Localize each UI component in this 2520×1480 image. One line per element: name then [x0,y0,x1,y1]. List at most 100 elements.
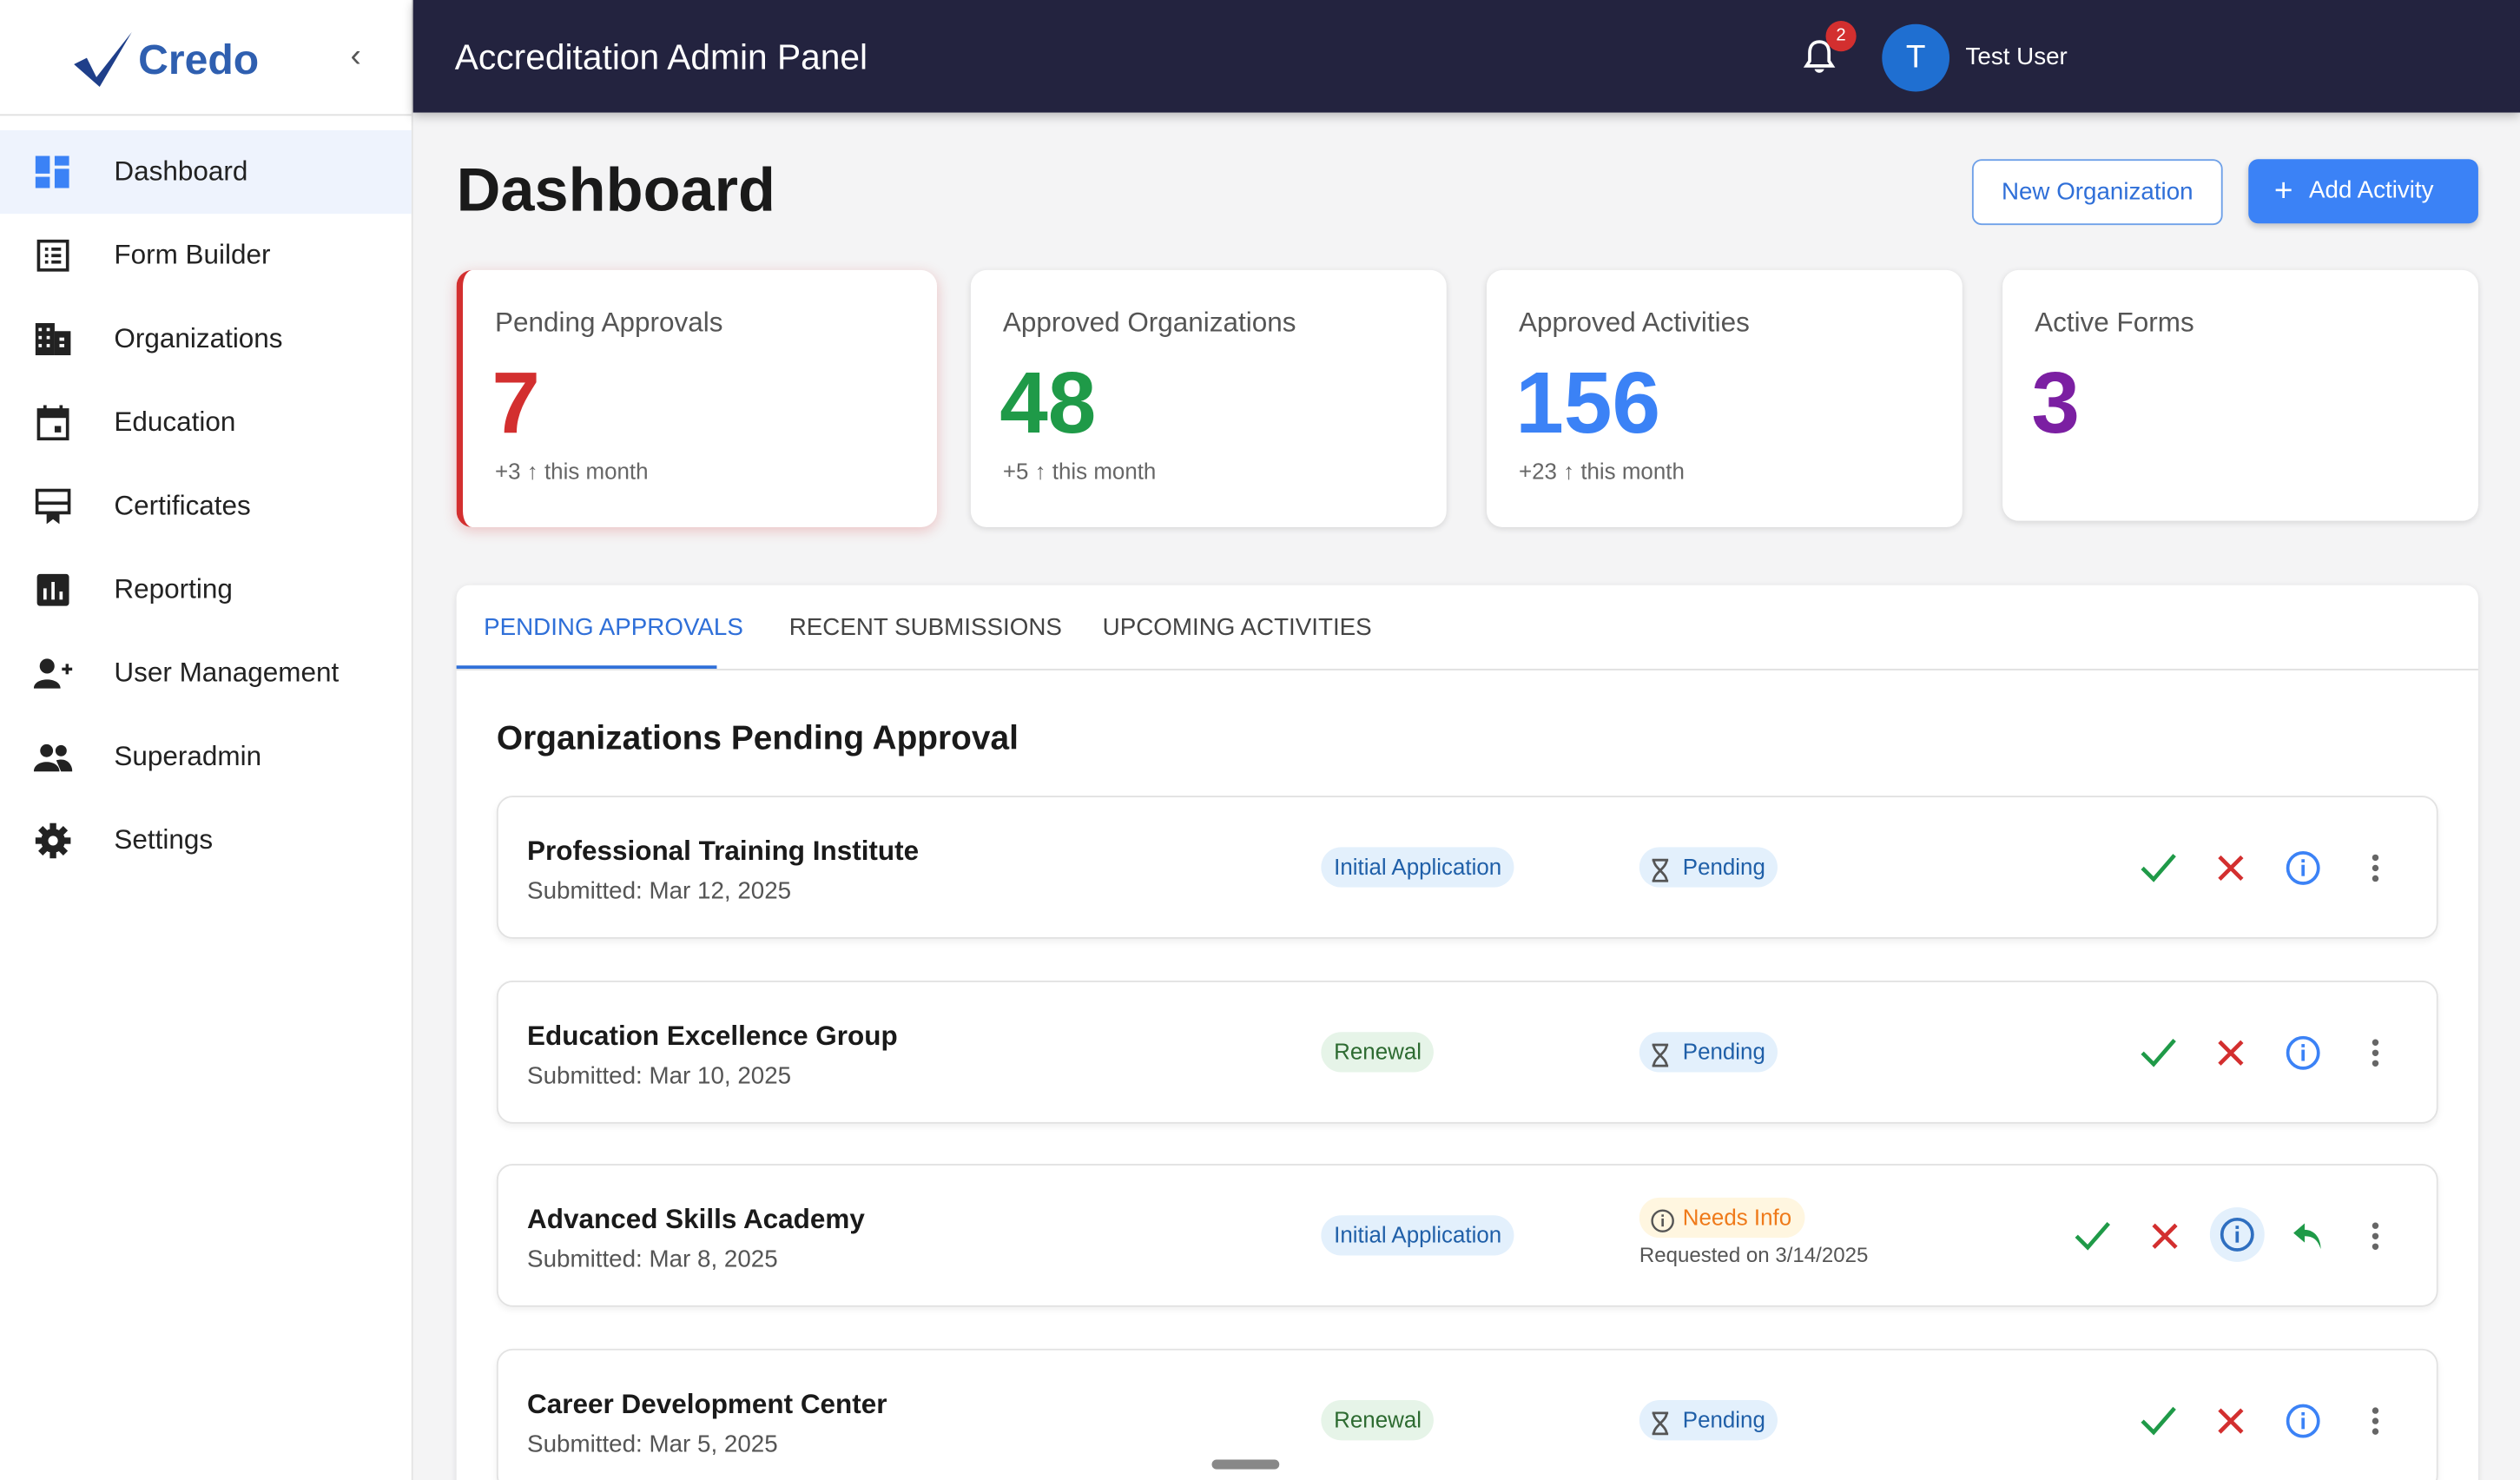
add-activity-label: Add Activity [2309,176,2434,205]
close-icon [2218,855,2244,882]
type-chip: Initial Application [1321,1215,1515,1256]
info-button[interactable] [2282,1400,2324,1442]
calendar-icon [34,404,72,442]
sidebar-item-user-management[interactable]: User Management [0,631,412,715]
reply-button[interactable] [2287,1215,2329,1257]
info-icon [1651,1206,1675,1245]
add-activity-button[interactable]: + Add Activity [2248,159,2478,224]
status-badge: Pending [1639,1032,1778,1073]
check-icon [2075,1221,2110,1251]
reject-button[interactable] [2210,1032,2252,1074]
sidebar-item-organizations[interactable]: Organizations [0,297,412,380]
scroll-handle[interactable] [1211,1459,1280,1470]
approve-button[interactable] [2072,1215,2114,1257]
tab-pending-approvals[interactable]: PENDING APPROVALS [484,614,743,641]
list-item[interactable]: Advanced Skills Academy Submitted: Mar 8… [496,1163,2438,1307]
collapse-sidebar-button[interactable]: ‹ [350,38,360,76]
sidebar-item-superadmin[interactable]: Superadmin [0,716,412,799]
approve-button[interactable] [2138,1032,2180,1074]
people-icon [33,738,73,776]
more-options-button[interactable] [2354,1215,2396,1257]
hourglass-icon [1651,1040,1670,1080]
reject-button[interactable] [2144,1215,2186,1257]
sidebar-item-dashboard[interactable]: Dashboard [0,129,412,215]
sidebar-item-label: Superadmin [114,741,262,772]
info-button[interactable] [2282,1032,2324,1074]
sidebar-item-label: User Management [114,657,340,689]
sidebar: Credo ‹ Dashboard Form Builder Organizat… [0,0,413,1480]
gear-icon [34,822,72,860]
approve-button[interactable] [2138,1400,2180,1442]
info-button[interactable] [2282,847,2324,889]
status-badge: Needs Info [1639,1197,1804,1239]
certificate-icon [34,487,72,525]
hourglass-icon [1651,1408,1670,1448]
approve-button[interactable] [2138,847,2180,889]
info-icon [2286,1035,2320,1070]
list-item[interactable]: Education Excellence Group Submitted: Ma… [496,980,2438,1124]
user-name[interactable]: Test User [1966,43,2068,70]
stat-title: Active Forms [2035,307,2194,338]
submitted-date: Submitted: Mar 5, 2025 [527,1430,778,1458]
type-chip: Renewal [1321,1032,1435,1073]
stat-delta: +23 ↑ this month [1519,458,1685,485]
form-icon [34,236,72,274]
stat-title: Approved Organizations [1002,307,1296,338]
logo: Credo ‹ [0,0,412,116]
sidebar-item-label: Settings [114,824,214,856]
page-title: Dashboard [456,157,775,226]
info-button[interactable] [2209,1206,2265,1262]
new-organization-button[interactable]: New Organization [1971,159,2223,226]
sidebar-item-reporting[interactable]: Reporting [0,548,412,631]
submitted-date: Submitted: Mar 8, 2025 [527,1245,778,1273]
sidebar-item-label: Education [114,406,236,438]
sidebar-item-settings[interactable]: Settings [0,799,412,882]
app-root: Credo ‹ Dashboard Form Builder Organizat… [0,0,2520,1480]
app-title: Accreditation Admin Panel [454,36,868,77]
more-options-button[interactable] [2354,1032,2396,1074]
stat-card-approved-organizations[interactable]: Approved Organizations 48 +5 ↑ this mont… [970,269,1447,528]
stat-delta: +5 ↑ this month [1002,458,1157,485]
more-options-button[interactable] [2354,847,2396,889]
status-badge: Pending [1639,1400,1778,1441]
tab-bar: PENDING APPROVALS RECENT SUBMISSIONS UPC… [456,585,2478,671]
stat-value: 156 [1515,355,1661,453]
tab-recent-submissions[interactable]: RECENT SUBMISSIONS [789,614,1062,641]
more-options-button[interactable] [2354,1400,2396,1442]
stat-card-active-forms[interactable]: Active Forms 3 [2002,269,2478,521]
chart-icon [34,571,72,609]
top-bar: Accreditation Admin Panel [412,0,2520,113]
stat-card-approved-activities[interactable]: Approved Activities 156 +23 ↑ this month [1486,269,1963,528]
reject-button[interactable] [2210,1400,2252,1442]
arrow-up-icon: ↑ [1556,458,1581,485]
more-vert-icon [2372,1407,2379,1435]
sidebar-item-label: Reporting [114,573,233,605]
more-vert-icon [2372,854,2379,882]
sidebar-item-label: Organizations [114,323,283,354]
sidebar-item-form-builder[interactable]: Form Builder [0,214,412,297]
add-user-icon [33,654,73,692]
stat-delta: +3 ↑ this month [495,458,649,485]
avatar[interactable]: T [1882,23,1950,92]
sidebar-item-label: Certificates [114,490,251,521]
stat-value: 7 [491,355,540,453]
arrow-up-icon: ↑ [1028,458,1052,485]
section-title: Organizations Pending Approval [496,720,1019,757]
sidebar-item-certificates[interactable]: Certificates [0,465,412,548]
list-item[interactable]: Career Development Center Submitted: Mar… [496,1348,2438,1480]
plus-icon: + [2273,173,2293,209]
tab-upcoming-activities[interactable]: UPCOMING ACTIVITIES [1103,614,1372,641]
notification-count-badge: 2 [1825,21,1857,52]
reject-button[interactable] [2210,847,2252,889]
submitted-date: Submitted: Mar 10, 2025 [527,1062,792,1090]
approvals-panel: PENDING APPROVALS RECENT SUBMISSIONS UPC… [456,585,2478,1480]
requested-date: Requested on 3/14/2025 [1639,1242,1869,1267]
list-item[interactable]: Professional Training Institute Submitte… [496,796,2438,939]
sidebar-item-education[interactable]: Education [0,381,412,465]
check-icon [2141,1038,2176,1067]
dashboard-icon [34,153,72,191]
stat-card-pending-approvals[interactable]: Pending Approvals 7 +3 ↑ this month [456,269,938,528]
org-name: Education Excellence Group [527,1021,898,1052]
type-chip: Initial Application [1321,847,1515,888]
close-icon [2152,1223,2178,1249]
